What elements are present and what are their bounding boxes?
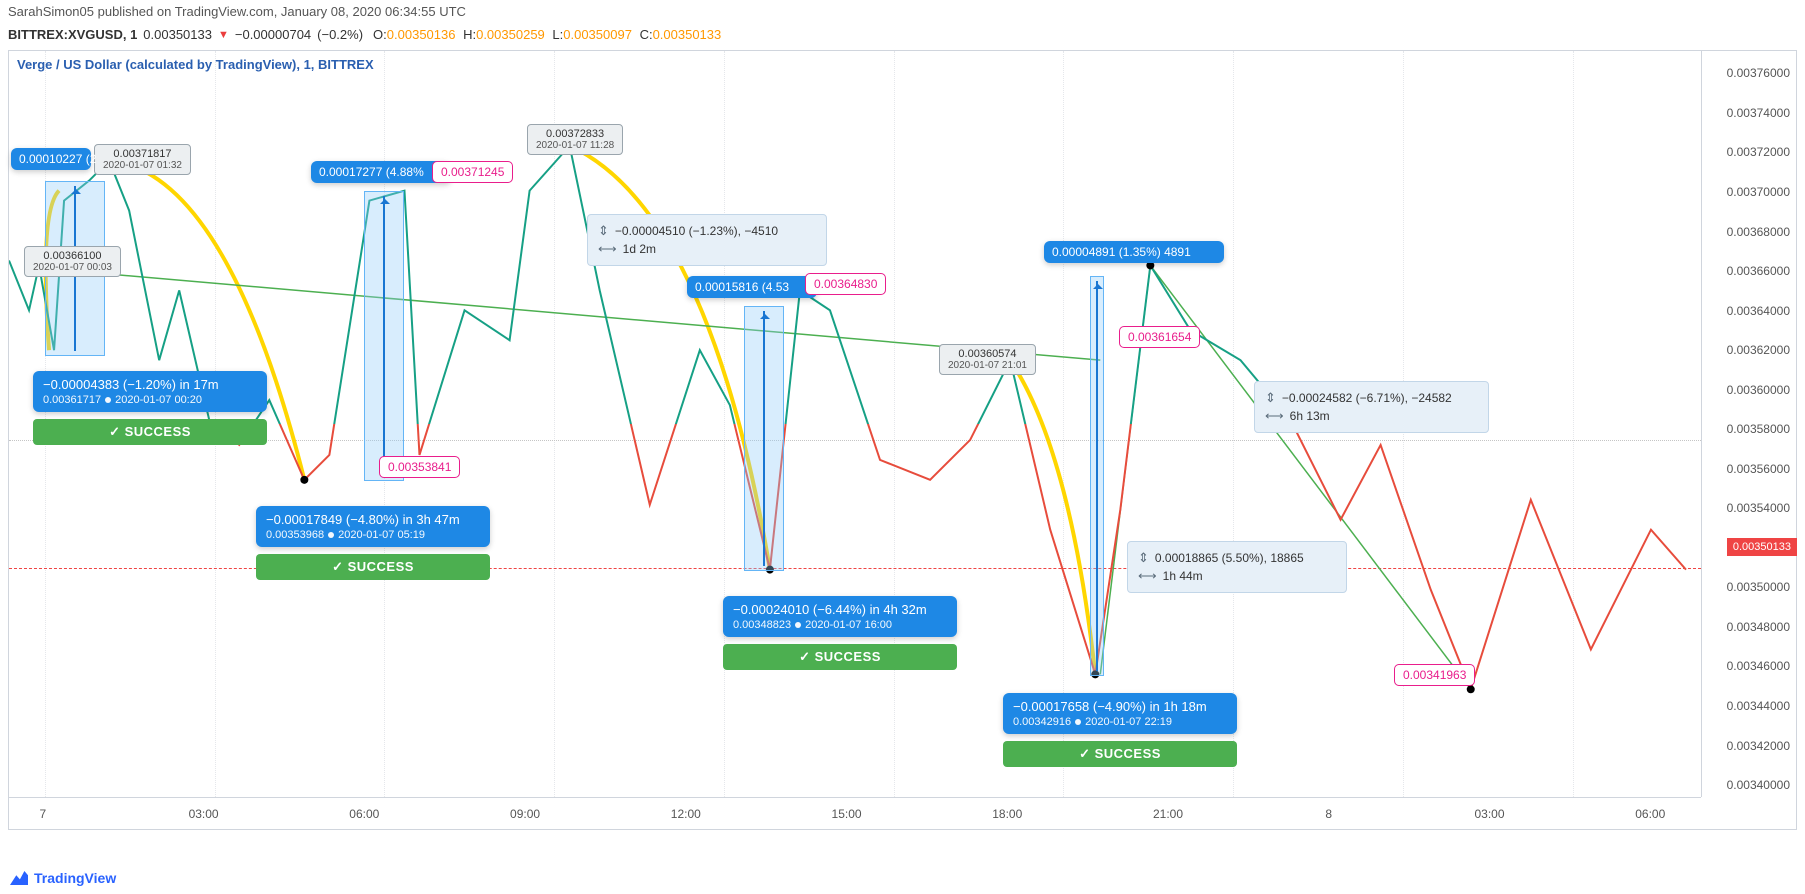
x-tick: 06:00 (1635, 807, 1665, 821)
ohlc-o-label: O: (373, 27, 387, 42)
width-icon: ⟷ (598, 241, 617, 257)
symbol: BITTREX:XVGUSD, 1 (8, 27, 137, 42)
brand-name: TradingView (34, 870, 116, 886)
x-tick: 7 (39, 807, 46, 821)
price-timestamp-label: 0.003728332020-01-07 11:28 (527, 124, 623, 155)
range-label: 0.00015816 (4.53 (687, 276, 817, 298)
x-tick: 8 (1325, 807, 1332, 821)
last-price-tag: 0.00350133 (1727, 538, 1797, 556)
ohlc-open: 0.00350136 (387, 27, 456, 42)
forecast-box[interactable]: −0.00024010 (−6.44%) in 4h 32m0.00348823… (723, 596, 957, 637)
range-measure[interactable] (364, 191, 404, 481)
publish-line: SarahSimon05 published on TradingView.co… (0, 0, 1805, 23)
y-tick: 0.00372000 (1727, 145, 1790, 159)
height-icon: ⇕ (598, 223, 609, 239)
y-tick: 0.00360000 (1727, 383, 1790, 397)
price-timestamp-label: 0.003605742020-01-07 21:01 (939, 344, 1036, 375)
range-label: 0.00010227 (2 (11, 148, 91, 170)
price-callout: 0.00353841 (379, 456, 460, 478)
width-icon: ⟷ (1265, 408, 1284, 424)
y-tick: 0.00356000 (1727, 462, 1790, 476)
y-tick: 0.00370000 (1727, 185, 1790, 199)
success-badge: SUCCESS (723, 644, 957, 670)
x-tick: 06:00 (349, 807, 379, 821)
tradingview-logo-icon (10, 871, 28, 885)
price-callout: 0.00371245 (432, 161, 513, 183)
y-tick: 0.00348000 (1727, 620, 1790, 634)
y-tick: 0.00350000 (1727, 580, 1790, 594)
y-tick: 0.00376000 (1727, 66, 1790, 80)
x-tick: 09:00 (510, 807, 540, 821)
price-timestamp-label: 0.003661002020-01-07 00:03 (24, 246, 121, 277)
y-tick: 0.00366000 (1727, 264, 1790, 278)
x-tick: 18:00 (992, 807, 1022, 821)
ohlc-high: 0.00350259 (476, 27, 545, 42)
forecast-box[interactable]: −0.00017849 (−4.80%) in 3h 47m0.00353968… (256, 506, 490, 547)
y-tick: 0.00374000 (1727, 106, 1790, 120)
success-badge: SUCCESS (33, 419, 267, 445)
y-axis: 0.00376000 0.00374000 0.00372000 0.00370000… (1701, 51, 1796, 797)
x-tick: 03:00 (189, 807, 219, 821)
ohlc-c-label: C: (640, 27, 653, 42)
forecast-box[interactable]: −0.00017658 (−4.90%) in 1h 18m0.00342916… (1003, 693, 1237, 734)
symbol-header: BITTREX:XVGUSD, 1 0.00350133 ▼ −0.000007… (0, 23, 1805, 46)
measure-info[interactable]: ⇕−0.00004510 (−1.23%), −4510⟷1d 2m (587, 214, 827, 266)
success-badge: SUCCESS (256, 554, 490, 580)
last-price: 0.00350133 (143, 27, 212, 42)
x-tick: 15:00 (832, 807, 862, 821)
range-measure[interactable] (744, 306, 784, 571)
range-label: 0.00017277 (4.88% (311, 161, 451, 183)
x-tick: 12:00 (671, 807, 701, 821)
y-tick: 0.00342000 (1727, 739, 1790, 753)
y-tick: 0.00340000 (1727, 778, 1790, 792)
measure-info[interactable]: ⇕0.00018865 (5.50%), 18865⟷1h 44m (1127, 541, 1347, 593)
range-measure[interactable] (1090, 276, 1104, 676)
change-pct: (−0.2%) (317, 27, 363, 42)
measure-info[interactable]: ⇕−0.00024582 (−6.71%), −24582⟷6h 13m (1254, 381, 1489, 433)
success-badge: SUCCESS (1003, 741, 1237, 767)
price-timestamp-label: 0.003718172020-01-07 01:32 (94, 144, 191, 175)
ohlc-close: 0.00350133 (653, 27, 722, 42)
y-tick: 0.00344000 (1727, 699, 1790, 713)
price-callout: 0.00361654 (1119, 326, 1200, 348)
x-axis: 7 03:00 06:00 09:00 12:00 15:00 18:00 21:00 8 03:… (9, 797, 1701, 829)
ohlc-h-label: H: (463, 27, 476, 42)
price-callout: 0.00341963 (1394, 664, 1475, 686)
y-tick: 0.00358000 (1727, 422, 1790, 436)
down-arrow-icon: ▼ (218, 29, 229, 41)
y-tick: 0.00364000 (1727, 304, 1790, 318)
change-abs: −0.00000704 (235, 27, 311, 42)
chart-area[interactable]: Verge / US Dollar (calculated by Trading… (8, 50, 1797, 830)
ohlc-l-label: L: (552, 27, 563, 42)
y-tick: 0.00368000 (1727, 225, 1790, 239)
height-icon: ⇕ (1265, 390, 1276, 406)
width-icon: ⟷ (1138, 568, 1157, 584)
brand-footer: TradingView (10, 870, 116, 886)
ohlc-low: 0.00350097 (563, 27, 632, 42)
forecast-box[interactable]: −0.00004383 (−1.20%) in 17m0.00361717202… (33, 371, 267, 412)
height-icon: ⇕ (1138, 550, 1149, 566)
chart-title: Verge / US Dollar (calculated by Trading… (17, 57, 374, 72)
price-callout: 0.00364830 (805, 273, 886, 295)
y-tick: 0.00346000 (1727, 659, 1790, 673)
x-tick: 21:00 (1153, 807, 1183, 821)
range-label: 0.00004891 (1.35%) 4891 (1044, 241, 1224, 263)
x-tick: 03:00 (1474, 807, 1504, 821)
y-tick: 0.00354000 (1727, 501, 1790, 515)
y-tick: 0.00362000 (1727, 343, 1790, 357)
